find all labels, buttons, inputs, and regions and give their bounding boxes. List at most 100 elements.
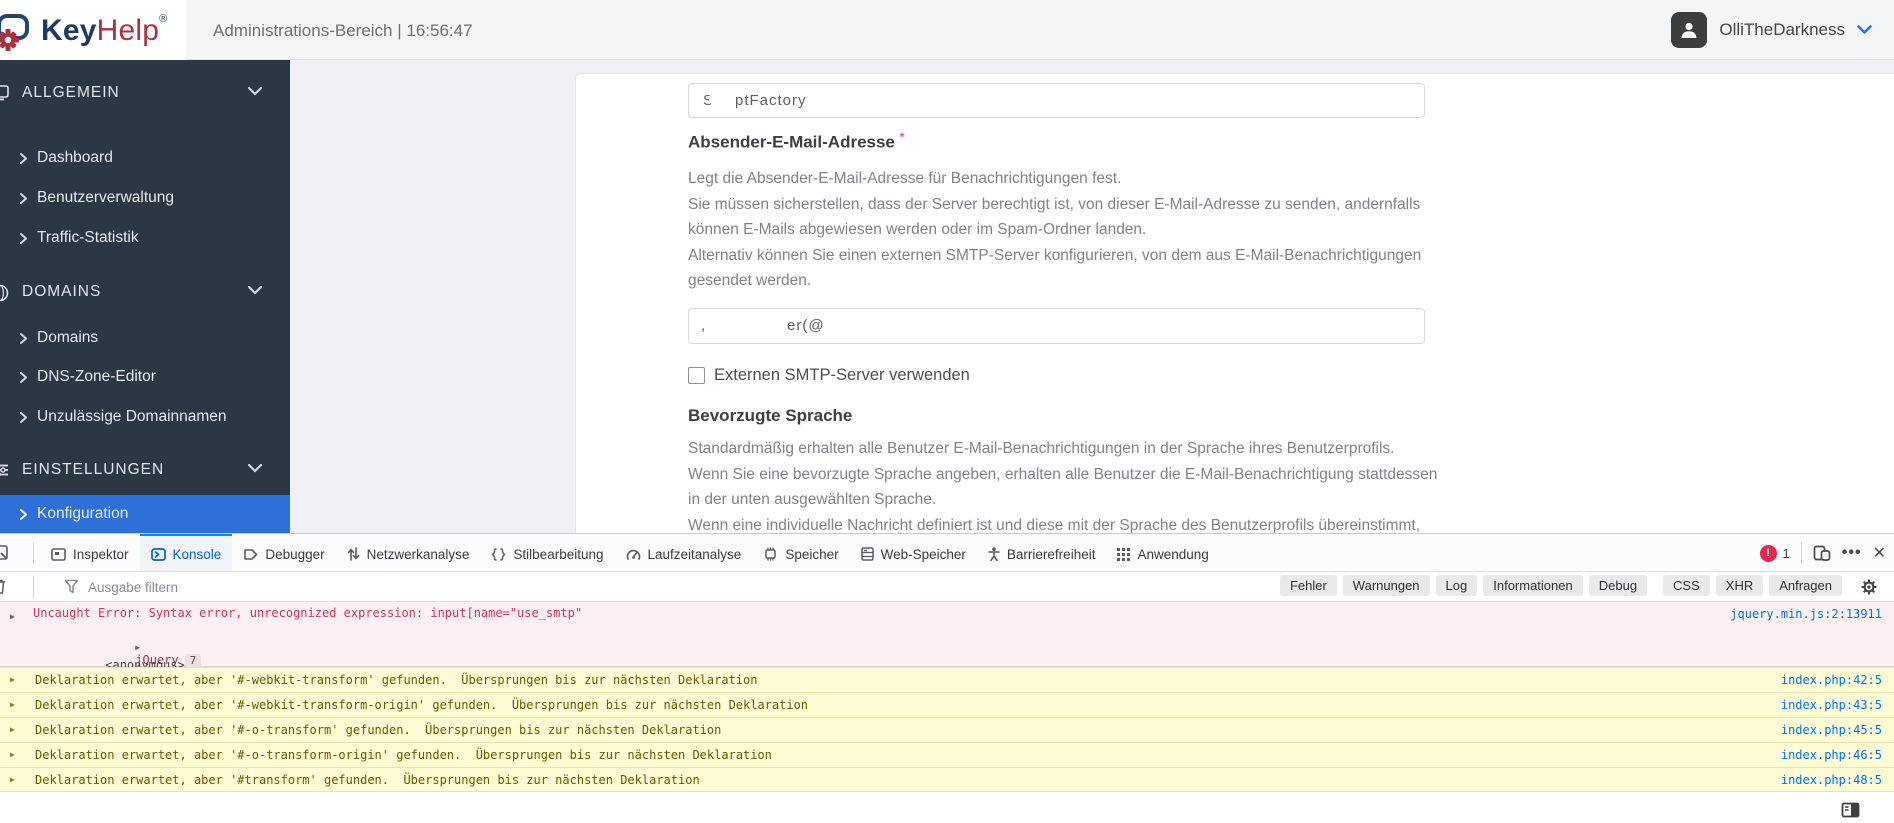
error-source-link[interactable]: jquery.min.js:2:13911 [1730,607,1882,621]
debugger-icon [244,548,258,560]
redaction-scribble [709,91,735,106]
tab-barrierefreiheit[interactable]: Barrierefreiheit [977,534,1107,571]
redaction-scribble [885,93,945,107]
chevron-down-icon [248,464,262,473]
chevron-right-icon [20,509,27,520]
divider [33,542,34,564]
devtools-toolbar-right: ! 1 ••• ✕ [1759,534,1886,571]
devtools-panel: Inspektor Konsole Debugger Netzwerkanaly… [0,533,1894,823]
redacted-top-field[interactable]: S ptFactory [688,83,1425,118]
sidebar-item-domains[interactable]: Domains [0,325,290,351]
sender-email-heading: Absender-E-Mail-Adresse * [688,130,905,152]
inspector-icon [51,547,66,561]
redaction-scribble [915,318,961,331]
sidebar-section-einstellungen[interactable]: EINSTELLUNGEN [0,457,290,483]
console-filter-input[interactable] [88,575,988,599]
clear-console-trash-icon[interactable] [0,578,8,595]
sidebar-item-dns-zone-editor[interactable]: DNS-Zone-Editor [0,364,290,390]
logo[interactable]: KeyHelp® [0,0,186,60]
sender-email-input[interactable]: , er(@ [688,308,1425,344]
redacted-email-fragment: er(@ [787,317,825,334]
warning-source-link[interactable]: index.php:42:5 [1781,673,1882,687]
warning-source-link[interactable]: index.php:46:5 [1781,748,1882,762]
console-warning-entry: ▶ Deklaration erwartet, aber '#-o-transf… [0,742,1894,767]
more-options-icon[interactable]: ••• [1842,544,1862,562]
filter-anfragen-button[interactable]: Anfragen [1769,575,1842,596]
keyhelp-gear-icon [0,14,29,51]
warning-message: Deklaration erwartet, aber '#transform' … [35,773,700,787]
sidebar-item-benutzerverwaltung[interactable]: Benutzerverwaltung [0,185,290,211]
filter-log-button[interactable]: Log [1435,575,1478,596]
toggle-split-console-icon[interactable] [1841,802,1860,818]
user-name: OlliTheDarkness [1719,20,1845,39]
grid-icon [1117,547,1131,561]
expand-triangle-icon[interactable]: ▶ [10,675,15,684]
expand-triangle-icon[interactable]: ▶ [10,750,15,759]
user-menu[interactable]: OlliTheDarkness [1671,12,1872,48]
expand-triangle-icon[interactable]: ▶ [10,612,15,621]
console-settings-gear-icon[interactable] [1860,578,1878,596]
filter-xhr-button[interactable]: XHR [1715,575,1764,596]
sidebar-section-domains[interactable]: DOMAINS [0,279,290,305]
console-error-entry: ▶ Uncaught Error: Syntax error, unrecogn… [0,602,1894,700]
console-warning-entry: ▶ Deklaration erwartet, aber '#-webkit-t… [0,667,1894,692]
tab-debugger[interactable]: Debugger [232,534,335,571]
sidebar-item-traffic-statistik[interactable]: Traffic-Statistik [0,225,290,251]
tab-laufzeitanalyse[interactable]: Laufzeitanalyse [615,534,753,571]
tab-konsole[interactable]: Konsole [139,534,233,571]
chevron-down-icon [248,286,262,295]
tab-inspektor[interactable]: Inspektor [40,534,140,571]
tab-stilbearbeitung[interactable]: Stilbearbeitung [480,534,614,571]
chevron-right-icon [20,333,27,344]
warning-source-link[interactable]: index.php:45:5 [1781,723,1882,737]
brand-text: KeyHelp® [41,13,168,47]
memory-chip-icon [765,547,777,561]
braces-icon [492,547,506,561]
app-header: KeyHelp® Administrations-Bereich | 16:56… [0,0,1894,60]
tab-web-speicher[interactable]: Web-Speicher [850,534,977,571]
chevron-right-icon [20,372,27,383]
tab-anwendung[interactable]: Anwendung [1106,534,1219,571]
error-message: Uncaught Error: Syntax error, unrecogniz… [33,606,583,620]
warning-source-link[interactable]: index.php:48:5 [1781,773,1882,787]
avatar [1671,12,1708,48]
sidebar-item-dashboard[interactable]: Dashboard [0,145,290,171]
smtp-checkbox-label[interactable]: Externen SMTP-Server verwenden [714,366,970,385]
storage-icon [860,547,874,561]
divider [1800,542,1802,564]
expand-triangle-icon[interactable]: ▶ [10,725,15,734]
warning-source-link[interactable]: index.php:43:5 [1781,698,1882,712]
chevron-right-icon [20,233,27,244]
smtp-checkbox[interactable] [688,367,705,384]
sidebar-section-allgemein[interactable]: ALLGEMEIN [0,80,290,106]
pick-element-icon[interactable] [0,544,10,562]
sidebar-item-konfiguration-active[interactable]: Konfiguration [0,495,290,533]
error-badge-icon[interactable]: ! [1759,544,1777,562]
filter-debug-button[interactable]: Debug [1588,575,1648,596]
responsive-design-icon[interactable] [1813,545,1831,561]
expand-triangle-icon[interactable]: ▶ [10,700,15,709]
required-asterisk: * [899,130,905,144]
filter-fehler-button[interactable]: Fehler [1279,575,1337,596]
tab-speicher[interactable]: Speicher [752,534,849,571]
filter-informationen-button[interactable]: Informationen [1483,575,1583,596]
smtp-checkbox-row: Externen SMTP-Server verwenden [688,366,970,385]
accessibility-person-icon [988,547,1000,561]
person-icon [1681,22,1697,38]
chevron-down-icon [248,87,262,96]
email-settings-card: S ptFactory Absender-E-Mail-Adresse * Le… [575,73,1894,533]
filter-css-button[interactable]: CSS [1663,575,1710,596]
expand-triangle-icon[interactable]: ▶ [10,775,15,784]
sidebar-nav: ALLGEMEIN Dashboard Benutzerverwaltung T… [0,60,290,533]
tab-netzwerkanalyse[interactable]: Netzwerkanalyse [336,534,481,571]
chevron-right-icon [20,412,27,423]
redaction-scribble [709,317,781,332]
chevron-down-icon[interactable] [1857,25,1872,35]
divider [33,576,34,598]
sidebar-item-unzulaessige-domainnamen[interactable]: Unzulässige Domainnamen [0,404,290,430]
error-count: 1 [1782,545,1790,561]
console-icon [150,547,166,561]
filter-warnungen-button[interactable]: Warnungen [1342,575,1430,596]
network-arrows-icon [347,547,359,561]
close-devtools-icon[interactable]: ✕ [1873,543,1886,563]
